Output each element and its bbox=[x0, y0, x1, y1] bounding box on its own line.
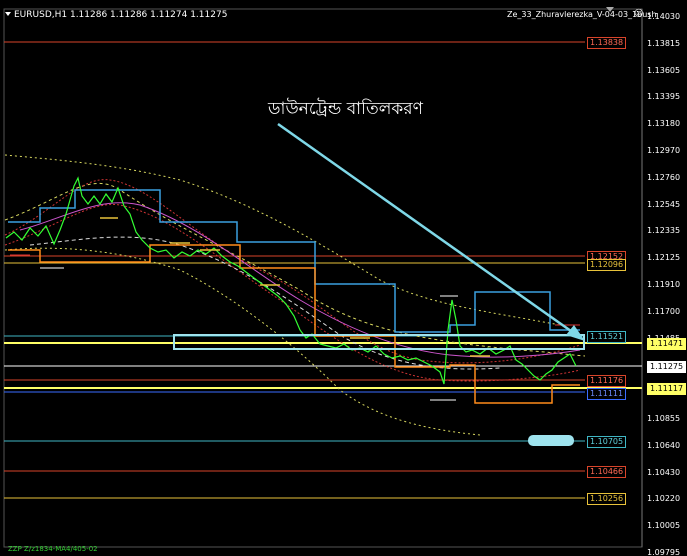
price-axis-tick: 1.11910 bbox=[647, 280, 681, 289]
level-tag: 1.11471 bbox=[647, 338, 687, 350]
envelope-mid-line bbox=[4, 182, 586, 357]
price-axis-tick: 1.13605 bbox=[647, 65, 681, 75]
lower-channel-step-line bbox=[8, 244, 580, 404]
price-axis-tick: 1.11700 bbox=[647, 306, 681, 316]
price-axis-tick: 1.12760 bbox=[647, 172, 681, 182]
chart-window[interactable]: EURUSD,H1 1.11286 1.11286 1.11274 1.1127… bbox=[0, 0, 687, 556]
level-tag: 1.11117 bbox=[647, 383, 687, 395]
price-chart-canvas[interactable] bbox=[0, 0, 687, 556]
target-pill-marker bbox=[528, 435, 574, 446]
price-axis-tick: 1.10005 bbox=[647, 521, 681, 531]
smiley-icon: ☺ bbox=[634, 9, 644, 19]
price-axis-tick: 1.13180 bbox=[647, 119, 681, 129]
symbol-title: EURUSD,H1 1.11286 1.11286 1.11274 1.1127… bbox=[14, 10, 228, 20]
price-axis-tick: 1.12125 bbox=[647, 253, 681, 263]
chart-frame bbox=[3, 8, 643, 548]
level-tag: 1.10466 bbox=[587, 466, 627, 478]
price-axis-tick: 1.09795 bbox=[647, 548, 681, 556]
price-axis-tick: 1.12545 bbox=[647, 199, 681, 209]
annotation-text: ডাউনট্রেন্ড বাতিলকরণ bbox=[268, 99, 423, 119]
level-tag: 1.10705 bbox=[587, 436, 627, 448]
envelope-lower-line bbox=[4, 247, 481, 436]
envelope-upper-line bbox=[4, 154, 561, 326]
level-tag: 1.10256 bbox=[587, 493, 627, 505]
footer-label: ZZP Z/z1834-MA4/405-02 bbox=[8, 545, 98, 553]
annotation-arrow-head bbox=[566, 325, 585, 341]
price-axis-tick: 1.10855 bbox=[647, 414, 681, 423]
price-axis-tick: 1.14030 bbox=[647, 12, 681, 21]
price-axis-tick: 1.10430 bbox=[647, 467, 681, 477]
price-axis-tick: 1.13395 bbox=[647, 92, 681, 102]
band-magenta-line bbox=[19, 202, 581, 358]
level-tag: 1.11521 bbox=[587, 331, 627, 343]
price-axis-tick: 1.12970 bbox=[647, 146, 681, 155]
upper-channel-step-line bbox=[8, 189, 580, 333]
level-tag: 1.11275 bbox=[647, 361, 687, 373]
price-series-line bbox=[5, 176, 577, 385]
menu-triangle-icon bbox=[5, 12, 11, 16]
level-tag: 1.13838 bbox=[587, 37, 627, 49]
price-axis-tick: 1.10220 bbox=[647, 494, 681, 504]
price-axis-tick: 1.12335 bbox=[647, 226, 681, 236]
level-tag: 1.12096 bbox=[587, 259, 627, 271]
price-axis-tick: 1.13815 bbox=[647, 38, 681, 48]
level-tag: 1.11176 bbox=[587, 375, 627, 387]
level-tag: 1.11111 bbox=[587, 388, 627, 400]
price-axis-tick: 1.10640 bbox=[647, 440, 681, 450]
